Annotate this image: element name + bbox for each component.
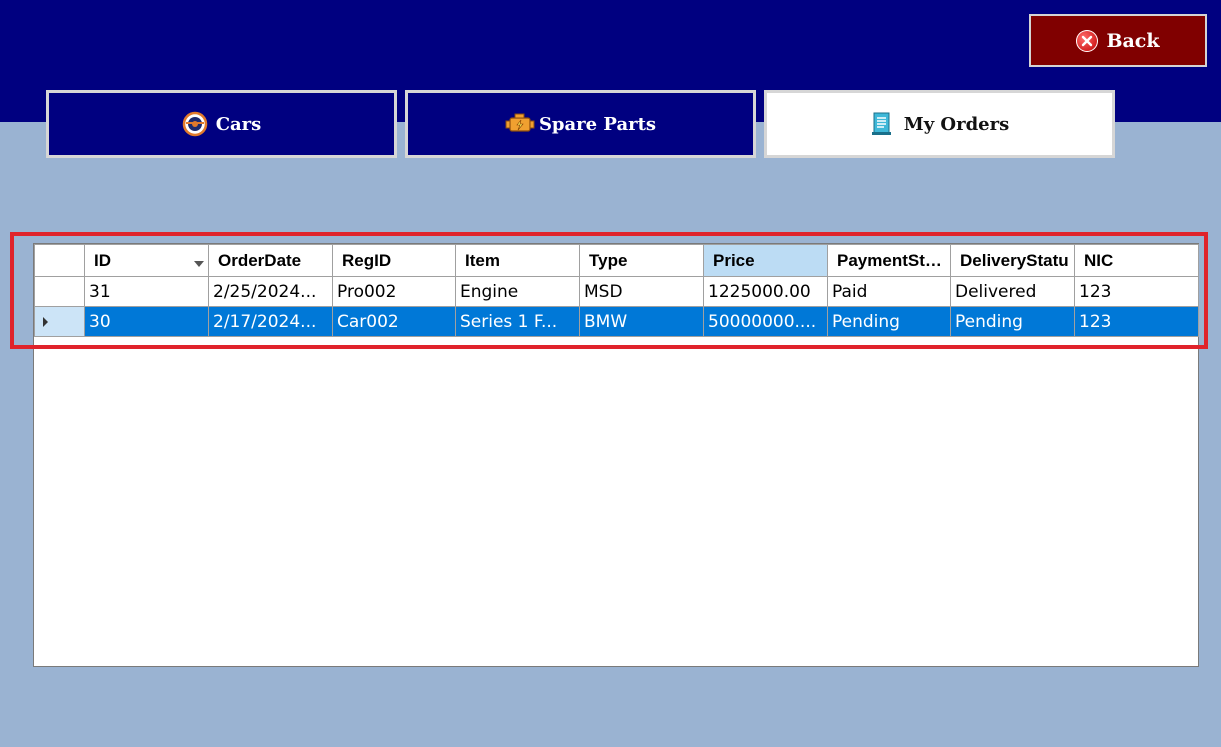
- cell-payment-status[interactable]: Paid: [827, 276, 951, 307]
- cell-nic[interactable]: 123: [1074, 306, 1199, 337]
- column-header-item[interactable]: Item: [455, 244, 580, 277]
- row-header[interactable]: [34, 276, 85, 307]
- cell-price[interactable]: 1225000.00: [703, 276, 828, 307]
- tab-cars[interactable]: Cars: [46, 90, 397, 158]
- cell-id[interactable]: 31: [84, 276, 209, 307]
- cell-type[interactable]: MSD: [579, 276, 704, 307]
- cell-delivery-status[interactable]: Pending: [950, 306, 1075, 337]
- row-header-corner: [34, 244, 85, 277]
- cell-price[interactable]: 50000000....: [703, 306, 828, 337]
- receipt-icon: [870, 111, 896, 137]
- row-header[interactable]: [34, 306, 85, 337]
- close-icon: [1076, 29, 1099, 52]
- table-row[interactable]: 30 2/17/2024... Car002 Series 1 F... BMW…: [34, 306, 1199, 337]
- back-button-label: Back: [1106, 29, 1160, 52]
- tab-spare-parts-label: Spare Parts: [538, 113, 657, 135]
- column-header-deliverystatus[interactable]: DeliveryStatu: [950, 244, 1075, 277]
- table-row[interactable]: 31 2/25/2024... Pro002 Engine MSD 122500…: [34, 276, 1199, 307]
- cell-payment-status[interactable]: Pending: [827, 306, 951, 337]
- orders-table: ID OrderDate RegID Item Type Price Payme…: [34, 244, 1199, 337]
- column-header-id[interactable]: ID: [84, 244, 209, 277]
- tab-spare-parts[interactable]: Spare Parts: [405, 90, 756, 158]
- cell-item[interactable]: Engine: [455, 276, 580, 307]
- orders-grid[interactable]: ID OrderDate RegID Item Type Price Payme…: [33, 243, 1199, 667]
- cell-delivery-status[interactable]: Delivered: [950, 276, 1075, 307]
- steering-wheel-icon: [182, 111, 208, 137]
- cell-reg-id[interactable]: Car002: [332, 306, 456, 337]
- back-button[interactable]: Back: [1029, 14, 1207, 67]
- cell-type[interactable]: BMW: [579, 306, 704, 337]
- cell-order-date[interactable]: 2/25/2024...: [208, 276, 333, 307]
- column-header-regid[interactable]: RegID: [332, 244, 456, 277]
- tab-my-orders[interactable]: My Orders: [764, 90, 1115, 158]
- column-header-price[interactable]: Price: [703, 244, 828, 277]
- cell-item[interactable]: Series 1 F...: [455, 306, 580, 337]
- column-header-paymentstatus[interactable]: PaymentStatu: [827, 244, 951, 277]
- column-header-type[interactable]: Type: [579, 244, 704, 277]
- header-row: ID OrderDate RegID Item Type Price Payme…: [34, 244, 1199, 277]
- tab-cars-label: Cars: [215, 113, 262, 135]
- cell-id[interactable]: 30: [84, 306, 209, 337]
- cell-nic[interactable]: 123: [1074, 276, 1199, 307]
- cell-order-date[interactable]: 2/17/2024...: [208, 306, 333, 337]
- column-header-orderdate[interactable]: OrderDate: [208, 244, 333, 277]
- sort-arrow-icon: [194, 260, 204, 267]
- engine-icon: [505, 111, 535, 137]
- tab-my-orders-label: My Orders: [903, 113, 1010, 135]
- current-row-arrow-icon: [43, 316, 48, 327]
- cell-reg-id[interactable]: Pro002: [332, 276, 456, 307]
- column-header-nic[interactable]: NIC: [1074, 244, 1199, 277]
